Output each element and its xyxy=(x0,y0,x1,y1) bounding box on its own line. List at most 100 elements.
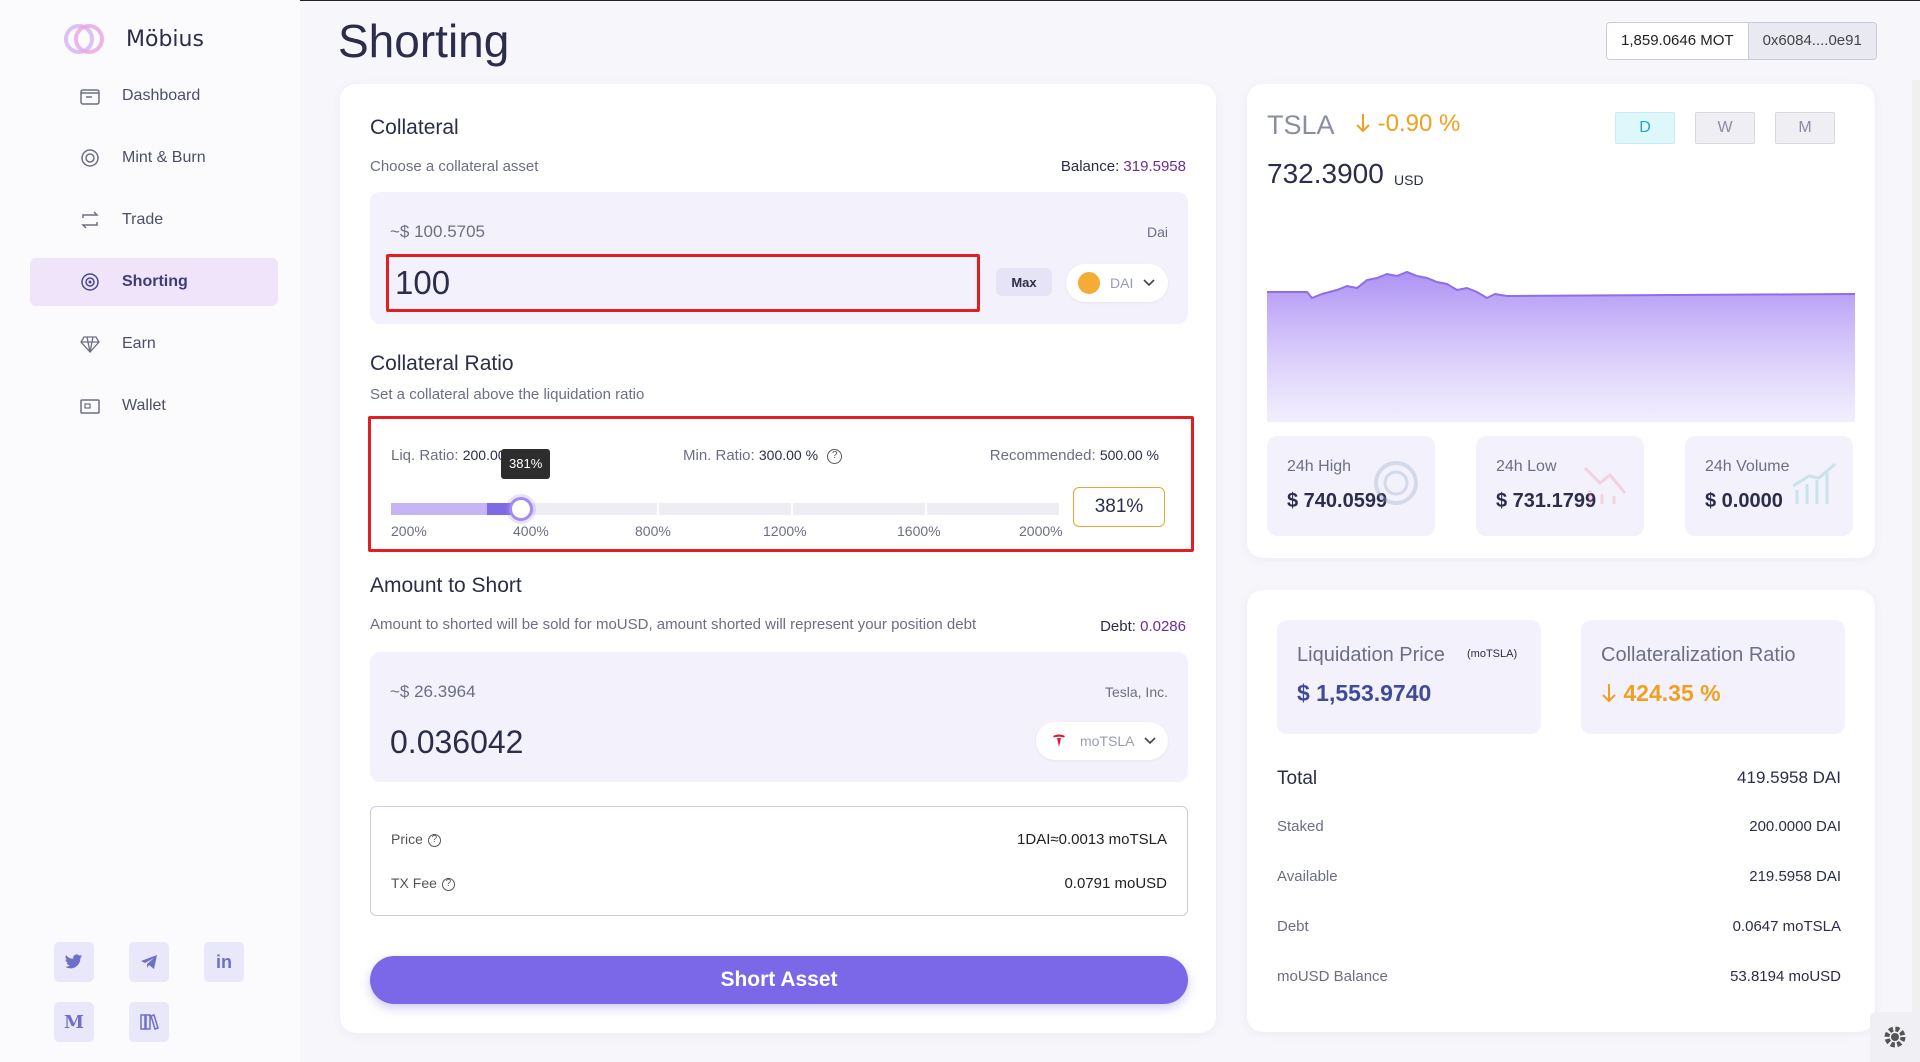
coin-icon xyxy=(1374,461,1418,505)
max-button[interactable]: Max xyxy=(996,268,1052,296)
arrow-down-icon xyxy=(1602,684,1616,703)
help-icon[interactable]: ? xyxy=(441,877,455,891)
ratio-slider-thumb[interactable] xyxy=(509,497,533,521)
twitter-icon xyxy=(65,954,82,969)
summary-row-mousd-balance: moUSD Balance 53.8194 moUSD xyxy=(1277,968,1841,985)
trend-down-icon xyxy=(1583,466,1627,504)
trade-icon xyxy=(81,211,99,229)
summary-label: Debt xyxy=(1277,918,1309,935)
collateralization-ratio-title: Collateralization Ratio xyxy=(1601,644,1796,666)
summary-label: Total xyxy=(1277,768,1318,789)
tesla-logo-icon xyxy=(1048,730,1070,752)
period-day-button[interactable]: D xyxy=(1615,112,1675,144)
summary-label: Staked xyxy=(1277,818,1324,835)
summary-label: Available xyxy=(1277,868,1338,885)
sidebar-item-wallet[interactable]: Wallet xyxy=(30,382,278,430)
arrow-down-icon xyxy=(1356,114,1370,133)
ratio-input[interactable]: 381% xyxy=(1073,487,1165,527)
fee-row: TX Fee? 0.0791 moUSD xyxy=(391,875,1167,892)
collateral-title: Collateral xyxy=(370,116,459,139)
mobius-logo-icon xyxy=(62,22,106,56)
summary-value: 0.0647 moTSLA xyxy=(1732,918,1841,935)
liquidation-price-unit: (moTSLA) xyxy=(1467,648,1518,660)
telegram-button[interactable] xyxy=(129,942,169,982)
debt-value: 0.0286 xyxy=(1140,618,1186,635)
collateral-usd-value: ~$ 100.5705 xyxy=(390,222,486,241)
brand[interactable]: Möbius xyxy=(62,22,204,56)
period-week-button[interactable]: W xyxy=(1695,112,1755,144)
stat-label: 24h Low xyxy=(1496,458,1557,475)
short-amount-panel: ~$ 26.3964 Tesla, Inc. 0.036042 moTSLA xyxy=(370,652,1188,782)
short-asset-button[interactable]: Short Asset xyxy=(370,956,1188,1004)
ratio-tooltip: 381% xyxy=(501,449,551,479)
stat-24h-low: 24h Low $ 731.1799 xyxy=(1476,436,1644,536)
price-label: Price xyxy=(391,831,423,847)
brand-name: Möbius xyxy=(126,26,204,52)
amount-to-short-subtitle: Amount to shorted will be sold for moUSD… xyxy=(370,616,977,633)
medium-button[interactable]: M xyxy=(54,1002,94,1042)
summary-row-total: Total 419.5958 DAI xyxy=(1277,768,1841,790)
liquidation-price-title: Liquidation Price xyxy=(1297,644,1445,666)
tick-label: 1600% xyxy=(897,523,941,539)
sidebar-item-mint-burn[interactable]: Mint & Burn xyxy=(30,134,278,182)
stat-24h-volume: 24h Volume $ 0.0000 xyxy=(1685,436,1853,536)
tick-label: 1200% xyxy=(763,523,807,539)
tick-label: 400% xyxy=(513,523,549,539)
sidebar-item-earn[interactable]: Earn xyxy=(30,320,278,368)
balance-value: 319.5958 xyxy=(1123,158,1186,175)
sidebar-item-trade[interactable]: Trade xyxy=(30,196,278,244)
balance-label: Balance: xyxy=(1060,158,1120,175)
collateral-amount-input[interactable] xyxy=(386,254,980,312)
stat-24h-high: 24h High $ 740.0599 xyxy=(1267,436,1435,536)
docs-button[interactable] xyxy=(129,1002,169,1042)
wallet-info[interactable]: 1,859.0646 MOT 0x6084....0e91 xyxy=(1606,22,1877,60)
fee-label: TX Fee xyxy=(391,875,437,891)
short-amount-value[interactable]: 0.036042 xyxy=(390,724,523,761)
fee-value: 0.0791 moUSD xyxy=(1064,875,1167,892)
short-token-label: moTSLA xyxy=(1080,733,1135,749)
linkedin-button[interactable]: in xyxy=(204,942,244,982)
collateral-token-select[interactable]: DAI xyxy=(1066,264,1168,302)
min-ratio-value: 300.00 % xyxy=(758,447,819,463)
collateral-ratio-subtitle: Set a collateral above the liquidation r… xyxy=(370,386,645,403)
summary-row-available: Available 219.5958 DAI xyxy=(1277,868,1841,885)
min-ratio-label: Min. Ratio: xyxy=(683,447,755,464)
tick-label: 200% xyxy=(391,523,427,539)
tick-label: 800% xyxy=(635,523,671,539)
settings-button[interactable] xyxy=(1870,1012,1920,1062)
summary-value: 200.0000 DAI xyxy=(1749,818,1841,835)
sidebar-item-label: Shorting xyxy=(122,273,188,290)
short-token-select[interactable]: moTSLA xyxy=(1036,722,1168,760)
bar-chart-icon xyxy=(1792,462,1836,504)
stat-label: 24h Volume xyxy=(1705,458,1790,475)
sidebar-item-shorting[interactable]: Shorting xyxy=(30,258,278,306)
price-value: 1DAI≈0.0013 moTSLA xyxy=(1017,831,1167,848)
twitter-button[interactable] xyxy=(54,942,94,982)
collateralization-ratio-number: 424.35 % xyxy=(1623,680,1721,706)
summary-value: 219.5958 DAI xyxy=(1749,868,1841,885)
liquidation-price-value: $ 1,553.9740 xyxy=(1297,680,1432,706)
shorting-card: Collateral Choose a collateral asset Bal… xyxy=(340,84,1216,1033)
sidebar: Möbius Dashboard Mint & Burn Trade Short… xyxy=(0,0,300,1062)
stat-label: 24h High xyxy=(1287,458,1352,475)
help-icon[interactable]: ? xyxy=(427,833,441,847)
sidebar-item-dashboard[interactable]: Dashboard xyxy=(30,72,278,120)
market-card: TSLA -0.90 % 732.3900 USD D W M 24h High… xyxy=(1247,84,1875,558)
sidebar-nav: Dashboard Mint & Burn Trade Shorting Ear… xyxy=(30,72,278,444)
gear-icon xyxy=(1884,1026,1906,1048)
price-row: Price? 1DAI≈0.0013 moTSLA xyxy=(391,831,1167,848)
short-asset-name: Tesla, Inc. xyxy=(1104,684,1168,700)
collateral-ratio-title: Collateral Ratio xyxy=(370,352,514,375)
period-month-button[interactable]: M xyxy=(1775,112,1835,144)
current-price: 732.3900 xyxy=(1267,158,1384,189)
ratio-slider-track[interactable] xyxy=(391,503,1059,515)
collateral-ratio-panel: Liq. Ratio: 200.00 % ? Min. Ratio: 300.0… xyxy=(368,416,1194,552)
collateral-panel: ~$ 100.5705 Dai Max DAI xyxy=(370,192,1188,324)
page-title: Shorting xyxy=(338,15,510,67)
transaction-info: Price? 1DAI≈0.0013 moTSLA TX Fee? 0.0791… xyxy=(370,806,1188,916)
help-icon[interactable]: ? xyxy=(827,448,843,464)
dai-token-icon xyxy=(1078,272,1100,294)
scrollbar[interactable] xyxy=(1912,80,1920,1020)
wallet-address[interactable]: 0x6084....0e91 xyxy=(1747,23,1876,59)
collateral-asset-name: Dai xyxy=(1146,224,1168,240)
